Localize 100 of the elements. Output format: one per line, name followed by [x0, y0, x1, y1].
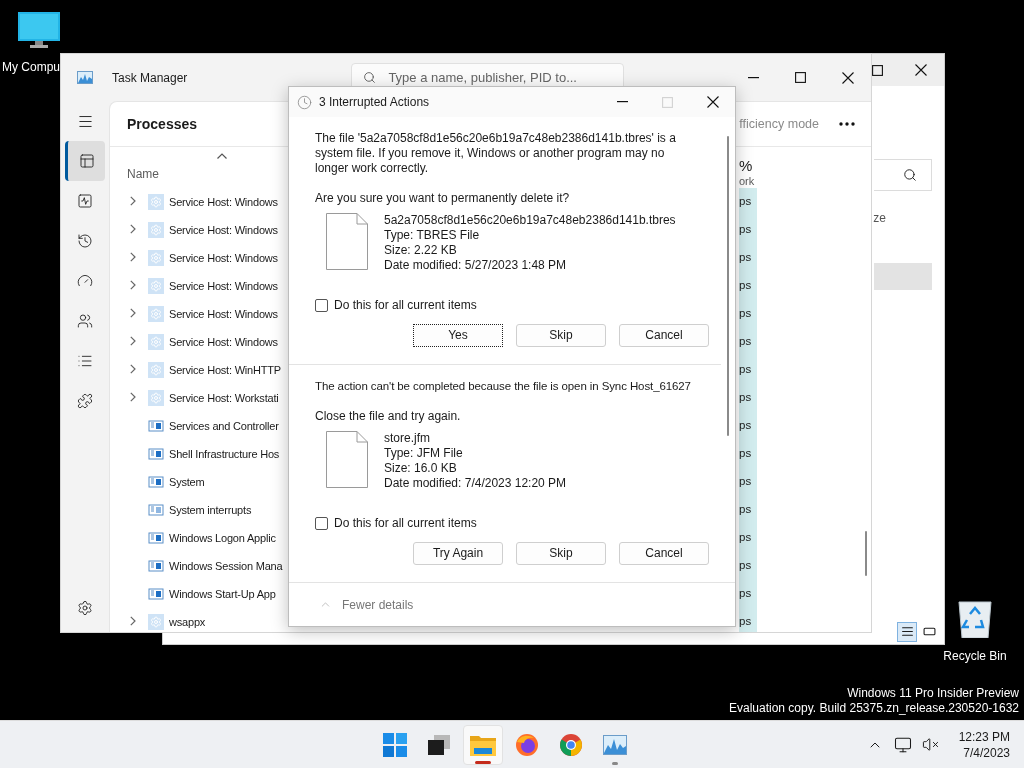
muted-speaker-icon[interactable]	[922, 736, 940, 753]
minimize-icon	[748, 76, 759, 79]
column-value: %	[739, 157, 754, 175]
window-icon	[148, 474, 164, 490]
column-header[interactable]: Name	[110, 167, 290, 182]
gear-icon	[148, 362, 164, 378]
column-header[interactable]: ork	[739, 175, 755, 188]
table-cell: ps	[739, 216, 757, 244]
process-name: Service Host: Windows	[169, 334, 278, 350]
list-icon	[77, 353, 93, 369]
details-view-icon	[900, 625, 914, 638]
gear-icon	[148, 250, 164, 266]
settings-icon	[77, 600, 93, 616]
checkbox[interactable]	[315, 299, 328, 312]
process-name: Service Host: Windows	[169, 222, 278, 238]
column-header[interactable]: ze	[873, 209, 886, 227]
clock-time[interactable]: 12:23 PM	[958, 728, 1010, 745]
monitor-icon[interactable]	[893, 735, 912, 754]
window-title: Task Manager	[112, 69, 188, 87]
expand-chevron-icon[interactable]	[130, 280, 136, 290]
table-cell: ps	[739, 468, 757, 496]
preview-view-icon	[922, 625, 936, 638]
dialog-prompt: Close the file and try again.	[315, 409, 462, 424]
table-cell: ps	[739, 188, 757, 216]
checkbox[interactable]	[315, 517, 328, 530]
scrollbar-thumb[interactable]	[865, 531, 867, 576]
table-cell: ps	[739, 300, 757, 328]
expand-chevron-icon[interactable]	[130, 364, 136, 374]
maximize-icon	[795, 72, 806, 83]
process-name: Service Host: Workstati	[169, 390, 279, 406]
dialog-button[interactable]: Skip	[516, 542, 606, 565]
dialog-button[interactable]: Yes	[413, 324, 503, 347]
table-cell: ps	[739, 412, 757, 440]
grid-logo-icon	[383, 732, 407, 757]
expand-chevron-icon[interactable]	[130, 616, 136, 626]
window-icon	[148, 418, 164, 434]
dialog-button[interactable]: Cancel	[619, 324, 709, 347]
gear-icon	[148, 390, 164, 406]
file-date: Date modified: 7/4/2023 12:20 PM	[384, 476, 567, 491]
folder-icon	[470, 733, 496, 756]
expand-chevron-icon[interactable]	[130, 308, 136, 318]
scrollbar-thumb[interactable]	[727, 136, 729, 436]
dialog-message: The file '5a2a7058cf8d1e56c20e6b19a7c48eb2386d141b.tbres' is a system file. If you remove it, Windows or another program may no longer work correctly.	[315, 131, 677, 176]
table-cell: ps	[739, 580, 757, 608]
expand-chevron-icon[interactable]	[130, 252, 136, 262]
page-title: Processes	[126, 114, 198, 134]
file-name: 5a2a7058cf8d1e56c20e6b19a7c48eb2386d141b.tbres	[384, 213, 676, 228]
dialog-button[interactable]: Skip	[516, 324, 606, 347]
nav-tab[interactable]	[65, 141, 105, 181]
checkbox-label[interactable]: Do this for all current items	[334, 298, 477, 313]
dialog-title: 3 Interrupted Actions	[319, 94, 430, 111]
expand-chevron-icon[interactable]	[130, 196, 136, 206]
gear-icon	[148, 306, 164, 322]
process-name: Service Host: WinHTTP	[169, 362, 281, 378]
table-cell: ps	[739, 384, 757, 412]
sort-caret-icon	[217, 153, 227, 159]
users-icon	[77, 313, 93, 329]
flame-globe-icon	[515, 732, 539, 757]
process-name: Shell Infrastructure Hos	[169, 446, 280, 462]
close-icon	[841, 71, 854, 84]
expand-chevron-icon[interactable]	[130, 392, 136, 402]
view-button[interactable]	[897, 621, 917, 642]
file-type: Type: TBRES File	[384, 228, 481, 243]
window-icon	[148, 558, 164, 574]
gear-icon	[148, 278, 164, 294]
history-icon	[77, 233, 93, 249]
table-cell: ps	[739, 440, 757, 468]
expand-chevron-icon[interactable]	[130, 224, 136, 234]
clock-date[interactable]: 7/4/2023	[963, 744, 1010, 761]
window-icon	[148, 446, 164, 462]
gear-icon	[148, 194, 164, 210]
search-field[interactable]	[874, 159, 932, 191]
dialog-button[interactable]: Cancel	[619, 542, 709, 565]
panels-icon	[78, 153, 95, 169]
process-name: Service Host: Windows	[169, 306, 278, 322]
puzzle-icon	[77, 393, 93, 409]
table-cell: ps	[739, 328, 757, 356]
close-icon	[915, 64, 927, 76]
file-name: store.jfm	[384, 431, 431, 446]
minimize-icon	[617, 101, 628, 103]
toolbar-button[interactable]: fficiency mode	[739, 114, 819, 134]
chart-icon	[77, 71, 93, 84]
desktop-icon-label[interactable]: Recycle Bin	[943, 649, 1007, 664]
wheel-browser-icon	[559, 732, 583, 757]
process-name: Service Host: Windows	[169, 194, 278, 210]
chart-icon	[603, 734, 627, 755]
checkbox-label[interactable]: Do this for all current items	[334, 516, 477, 531]
file-size: Size: 2.22 KB	[384, 243, 458, 258]
search-icon	[903, 168, 917, 182]
process-name: System interrupts	[169, 502, 252, 518]
window-icon	[148, 530, 164, 546]
details-toggle[interactable]: Fewer details	[342, 595, 414, 614]
table-cell: ps	[739, 272, 757, 300]
process-name: Service Host: Windows	[169, 278, 278, 294]
dialog-button[interactable]: Try Again	[413, 542, 503, 565]
dialog-message: The action can't be completed because the file is open in Sync Host_61627	[315, 379, 692, 394]
desktop-icon-label[interactable]: My Compu	[2, 60, 60, 75]
more-icon	[839, 122, 855, 126]
monitor-icon	[18, 12, 60, 49]
expand-chevron-icon[interactable]	[130, 336, 136, 346]
